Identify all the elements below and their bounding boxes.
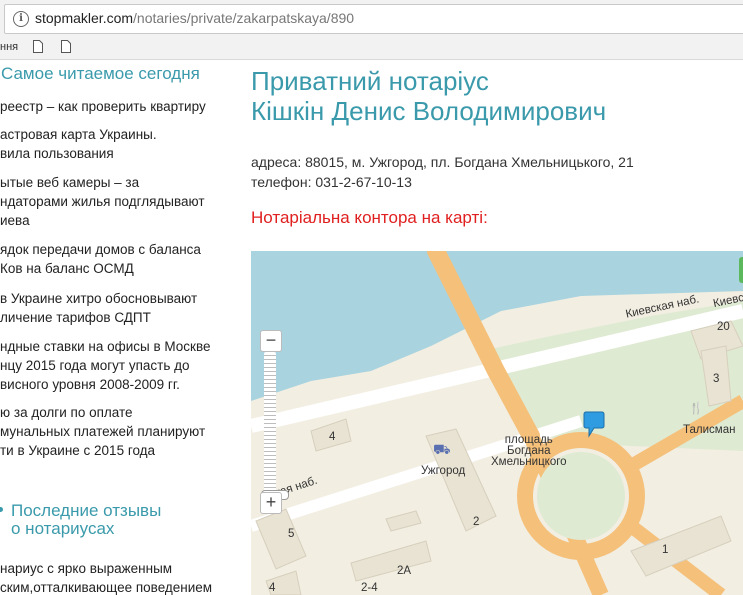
map-building-number: 4	[329, 431, 336, 443]
bookmarks-bar: ння	[0, 37, 743, 60]
hotel-icon: ⛟	[433, 441, 451, 457]
page-icon[interactable]	[33, 40, 43, 53]
popular-heading: Самое читаемое сегодня	[1, 64, 200, 83]
zoom-in-button[interactable]: +	[260, 492, 282, 514]
map-heading: Нотаріальна контора на карті:	[251, 208, 488, 227]
restaurant-icon: 🍴	[689, 403, 704, 415]
url-text[interactable]: stopmakler.com/notaries/private/zakarpat…	[35, 10, 354, 26]
article-link[interactable]: ядок передачи домов с баланса Ков на бал…	[0, 240, 230, 278]
map-label-square: площадь Богдана Хмельницкого	[491, 434, 567, 468]
zoom-control[interactable]: − +	[260, 330, 289, 515]
contact-info: адреса: 88015, м. Ужгород, пл. Богдана Х…	[251, 152, 634, 192]
address-field[interactable]: i stopmakler.com/notaries/private/zakarp…	[4, 4, 743, 34]
address-text: адреса: 88015, м. Ужгород, пл. Богдана Х…	[251, 154, 634, 170]
location-pin-icon[interactable]	[583, 410, 605, 438]
info-icon[interactable]: i	[13, 11, 29, 27]
article-link[interactable]: ытые веб камеры – за ндаторами жилья под…	[0, 173, 230, 230]
page-title: Приватний нотаріус Кішкін Денис Володимир…	[251, 66, 607, 126]
map-building-number: 4	[269, 582, 276, 594]
article-link[interactable]: астровая карта Украины. вила пользования	[0, 125, 230, 163]
phone-text: телефон: 031-2-67-10-13	[251, 174, 412, 190]
sidebar: Самое читаемое сегодня реестр – как пров…	[0, 62, 230, 595]
map-label-restaurant: Талисман	[683, 424, 736, 436]
map-building-number: 2	[473, 516, 480, 528]
map-label-hotel: Ужгород	[421, 465, 466, 477]
zoom-slider[interactable]	[261, 352, 289, 500]
map-building-number: 20	[717, 321, 730, 333]
browser-address-bar: i stopmakler.com/notaries/private/zakarp…	[0, 0, 743, 37]
bookmark-item[interactable]: ння	[0, 41, 18, 53]
article-link[interactable]: ндные ставки на офисы в Москве нцу 2015 …	[0, 337, 230, 394]
map-building-number: 2А	[397, 565, 412, 577]
review-snippet[interactable]: нариус с ярко выраженным ским,отталкиваю…	[0, 559, 230, 595]
bullet-icon	[0, 507, 3, 512]
map-building-number: 1	[662, 544, 669, 556]
article-link[interactable]: в Украине хитро обосновывают личение тар…	[0, 289, 230, 327]
map-layer-button[interactable]	[739, 257, 743, 283]
reviews-heading: Последние отзывы о нотариусах	[11, 501, 162, 538]
zoom-out-button[interactable]: −	[260, 330, 282, 352]
article-link[interactable]: реестр – как проверить квартиру	[0, 97, 230, 116]
map-building-number: 3	[713, 373, 720, 385]
article-link[interactable]: ю за долги по оплате мунальных платежей …	[0, 403, 230, 460]
map-building-number: 2-4	[361, 582, 378, 594]
map-building-number: 5	[288, 528, 295, 540]
page-icon[interactable]	[61, 40, 71, 53]
map[interactable]: Киевская наб. Киевс ьская наб. площадь Б…	[251, 251, 743, 595]
